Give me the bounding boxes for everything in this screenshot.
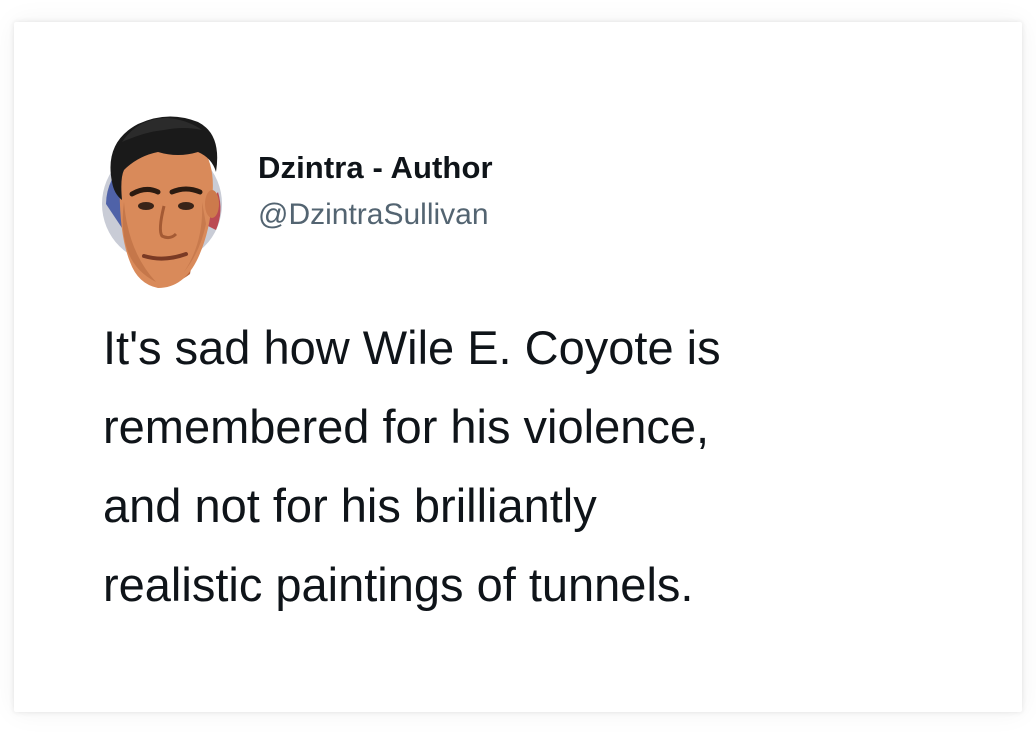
tweet-text: It's sad how Wile E. Coyote is remembere… [103, 308, 983, 624]
avatar-photo-icon [102, 116, 222, 288]
tweet-text-line: remembered for his violence, [103, 400, 710, 453]
author-display-name[interactable]: Dzintra - Author [258, 150, 493, 186]
screenshot-frame: Dzintra - Author @DzintraSullivan It's s… [0, 0, 1036, 736]
tweet-text-line: It's sad how Wile E. Coyote is [103, 321, 721, 374]
tweet-text-line: realistic paintings of tunnels. [103, 558, 694, 611]
author-avatar[interactable] [98, 112, 232, 296]
tweet-text-line: and not for his brilliantly [103, 479, 597, 532]
author-handle[interactable]: @DzintraSullivan [258, 198, 489, 232]
